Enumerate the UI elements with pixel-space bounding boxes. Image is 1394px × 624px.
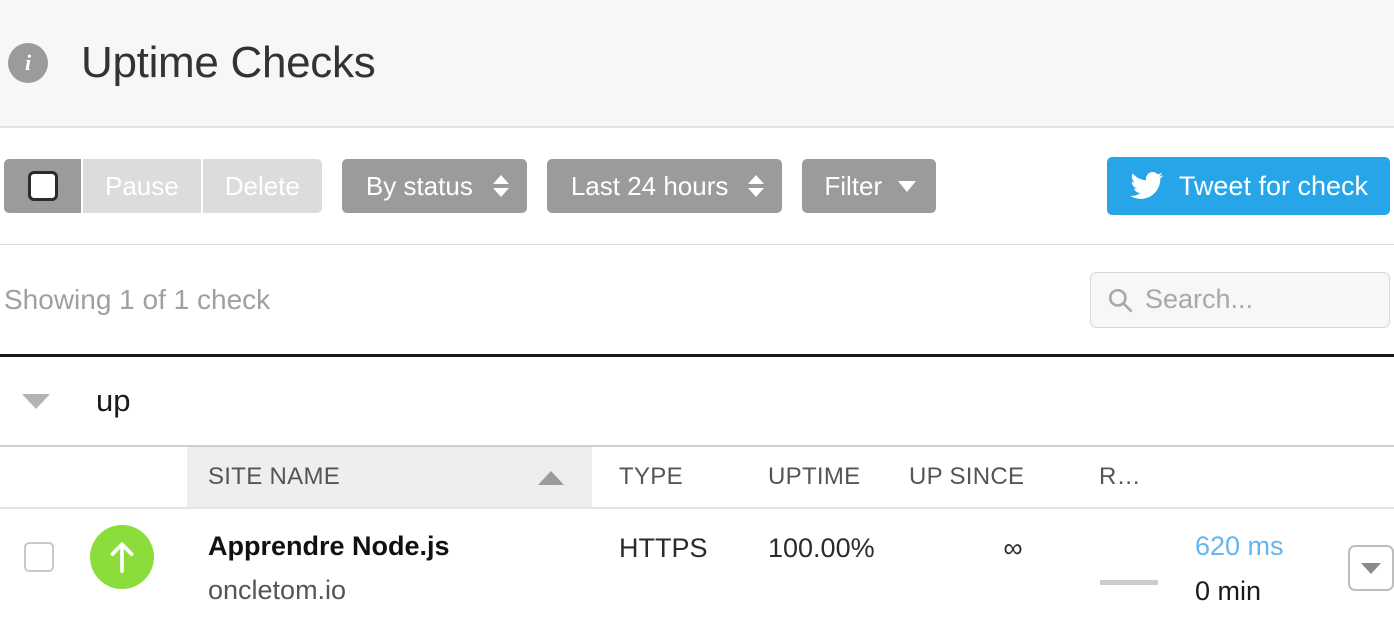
- type-cell: HTTPS: [619, 533, 708, 563]
- delete-button[interactable]: Delete: [202, 159, 322, 213]
- info-icon: i: [8, 43, 48, 83]
- arrow-up-icon: [110, 542, 134, 574]
- chevron-down-icon: [1361, 562, 1381, 574]
- page-title: Uptime Checks: [81, 38, 376, 87]
- page-header: i Uptime Checks: [0, 0, 1394, 128]
- filter-label: Filter: [824, 170, 883, 201]
- table-row[interactable]: Apprendre Node.js oncletom.io HTTPS 100.…: [0, 508, 1394, 605]
- search-input[interactable]: [1145, 284, 1375, 315]
- chevron-down-icon[interactable]: [22, 393, 50, 409]
- up-down-arrows-icon: [492, 175, 509, 197]
- group-header-up[interactable]: up: [0, 357, 1394, 445]
- column-header-up-since[interactable]: UP SINCE: [909, 446, 1077, 509]
- checks-table: SITE NAME TYPE UPTIME UP SINCE R… Appren…: [0, 445, 1394, 605]
- row-menu-button[interactable]: [1348, 545, 1394, 591]
- twitter-bird-icon: [1130, 172, 1163, 199]
- table-header-row: SITE NAME TYPE UPTIME UP SINCE R…: [0, 446, 1394, 509]
- showing-count-label: Showing 1 of 1 check: [4, 283, 271, 315]
- table-body: Apprendre Node.js oncletom.io HTTPS 100.…: [0, 508, 1394, 605]
- row-checkbox[interactable]: [24, 542, 54, 572]
- filter-button[interactable]: Filter: [802, 159, 937, 213]
- chevron-down-icon: [898, 180, 917, 192]
- row-menu-wrap: [1340, 541, 1394, 591]
- status-sort-select[interactable]: By status: [341, 159, 527, 213]
- up-since-cell: ∞: [1003, 533, 1023, 563]
- sort-ascending-icon: [538, 471, 564, 485]
- response-sparkline: [1100, 580, 1158, 585]
- column-header-response[interactable]: R…: [1077, 446, 1394, 509]
- column-header-type[interactable]: TYPE: [592, 446, 768, 509]
- column-header-site-name-label: SITE NAME: [208, 463, 341, 490]
- status-sort-label: By status: [365, 170, 473, 201]
- tweet-for-check-button[interactable]: Tweet for check: [1106, 157, 1390, 215]
- toolbar: Pause Delete By status Last 24 hours Fil…: [0, 128, 1394, 245]
- site-url[interactable]: oncletom.io: [208, 577, 592, 604]
- column-header-site-name[interactable]: SITE NAME: [187, 446, 592, 509]
- search-icon: [1108, 288, 1133, 312]
- column-header-uptime[interactable]: UPTIME: [768, 446, 909, 509]
- site-cell: Apprendre Node.js oncletom.io: [187, 508, 592, 605]
- column-header-select: [0, 446, 187, 509]
- up-down-arrows-icon: [748, 175, 765, 197]
- search-box[interactable]: [1090, 271, 1390, 328]
- bulk-actions-group: Pause Delete: [4, 159, 322, 213]
- table-head: SITE NAME TYPE UPTIME UP SINCE R…: [0, 446, 1394, 509]
- pause-button[interactable]: Pause: [83, 159, 201, 213]
- time-range-select[interactable]: Last 24 hours: [546, 159, 783, 213]
- results-summary-bar: Showing 1 of 1 check: [0, 245, 1394, 357]
- site-name[interactable]: Apprendre Node.js: [208, 533, 592, 560]
- uptime-cell: 100.00%: [768, 533, 875, 563]
- group-label: up: [96, 383, 131, 418]
- status-up-icon: [90, 525, 154, 589]
- row-select-cell: [0, 508, 187, 605]
- time-range-label: Last 24 hours: [570, 170, 729, 201]
- select-all-button[interactable]: [4, 159, 81, 213]
- tweet-label: Tweet for check: [1178, 170, 1368, 201]
- select-all-checkbox-icon[interactable]: [27, 171, 58, 201]
